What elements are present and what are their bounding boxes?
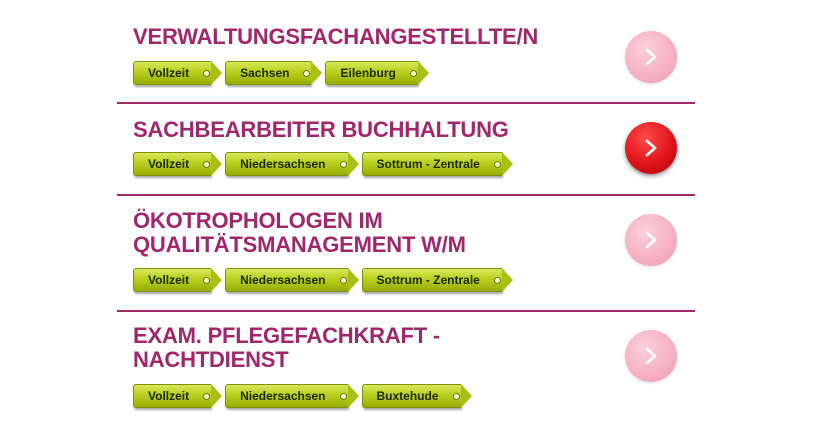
chevron-right-icon xyxy=(645,139,657,157)
tag-hole-icon xyxy=(409,70,417,77)
tag-employment-type[interactable]: Vollzeit xyxy=(133,268,223,292)
job-title[interactable]: ÖKOTROPHOLOGEN IM QUALITÄTSMANAGEMENT W/… xyxy=(133,209,466,257)
tag-hole-icon xyxy=(339,393,347,400)
open-job-button[interactable] xyxy=(625,330,677,382)
tag-location[interactable]: Sottrum - Zentrale xyxy=(361,152,514,176)
tag-region[interactable]: Sachsen xyxy=(225,61,323,85)
tag-hole-icon xyxy=(203,70,211,77)
tag-hole-icon xyxy=(203,277,211,284)
tag-location[interactable]: Eilenburg xyxy=(325,61,430,85)
open-job-button[interactable] xyxy=(625,122,677,174)
divider xyxy=(117,102,695,104)
open-job-button[interactable] xyxy=(625,31,677,83)
job-title[interactable]: EXAM. PFLEGEFACHKRAFT - NACHTDIENST xyxy=(133,324,440,372)
tag-location[interactable]: Sottrum - Zentrale xyxy=(361,268,514,292)
divider xyxy=(117,310,695,312)
tag-list: Vollzeit Niedersachsen Sottrum - Zentral… xyxy=(133,268,514,292)
chevron-right-icon xyxy=(645,347,657,365)
tag-hole-icon xyxy=(493,161,501,168)
tag-list: Vollzeit Niedersachsen Buxtehude xyxy=(133,384,472,408)
divider xyxy=(117,194,695,196)
tag-employment-type[interactable]: Vollzeit xyxy=(133,384,223,408)
tag-hole-icon xyxy=(303,70,311,77)
tag-hole-icon xyxy=(452,393,460,400)
tag-hole-icon xyxy=(493,277,501,284)
job-title-line: EXAM. PFLEGEFACHKRAFT - xyxy=(133,323,441,348)
tag-list: Vollzeit Niedersachsen Sottrum - Zentral… xyxy=(133,152,514,176)
tag-employment-type[interactable]: Vollzeit xyxy=(133,61,223,85)
open-job-button[interactable] xyxy=(625,214,677,266)
job-title-line: SACHBEARBEITER BUCHHALTUNG xyxy=(133,117,509,142)
tag-region[interactable]: Niedersachsen xyxy=(225,268,359,292)
chevron-right-icon xyxy=(645,231,657,249)
job-title-line: ÖKOTROPHOLOGEN IM xyxy=(133,208,383,233)
chevron-right-icon xyxy=(645,48,657,66)
tag-region[interactable]: Niedersachsen xyxy=(225,384,359,408)
tag-employment-type[interactable]: Vollzeit xyxy=(133,152,223,176)
tag-location[interactable]: Buxtehude xyxy=(361,384,472,408)
job-title[interactable]: VERWALTUNGSFACHANGESTELLTE/N xyxy=(133,25,538,49)
tag-hole-icon xyxy=(339,277,347,284)
tag-hole-icon xyxy=(203,161,211,168)
job-title[interactable]: SACHBEARBEITER BUCHHALTUNG xyxy=(133,118,509,142)
tag-hole-icon xyxy=(339,161,347,168)
job-title-line: NACHTDIENST xyxy=(133,347,289,372)
tag-hole-icon xyxy=(203,393,211,400)
job-title-line: VERWALTUNGSFACHANGESTELLTE/N xyxy=(133,24,539,49)
tag-list: Vollzeit Sachsen Eilenburg xyxy=(133,61,430,85)
tag-region[interactable]: Niedersachsen xyxy=(225,152,359,176)
job-title-line: QUALITÄTSMANAGEMENT W/M xyxy=(133,232,466,257)
